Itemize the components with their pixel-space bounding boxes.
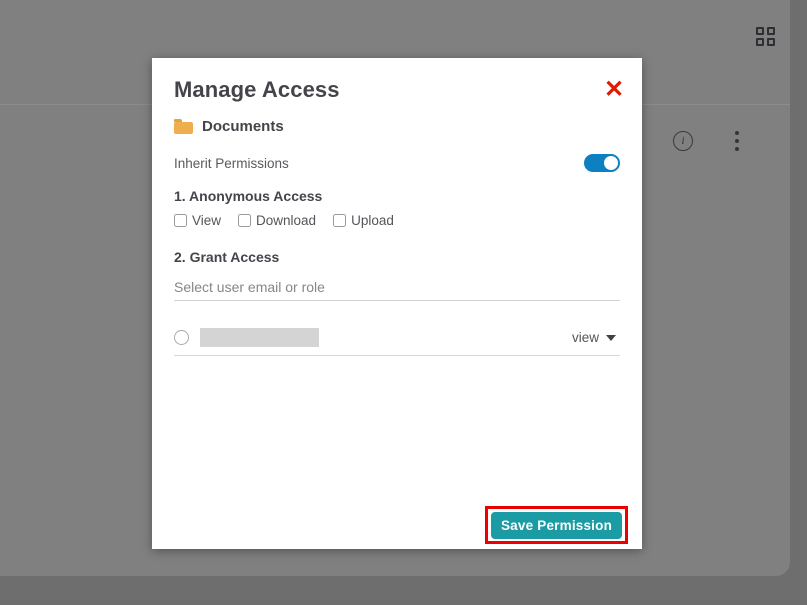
screen: i Manage Access ✕ Documents Inherit Perm… [0, 0, 807, 605]
grant-entry-permission-value: view [571, 330, 599, 345]
grant-entry-radio[interactable] [174, 330, 189, 345]
checkbox-view-box[interactable] [174, 214, 187, 227]
info-icon[interactable]: i [673, 131, 693, 151]
grid-cell-1 [756, 27, 764, 35]
checkbox-upload-box[interactable] [333, 214, 347, 227]
dialog-title: Manage Access [174, 77, 340, 102]
grant-access-entry-row: view [174, 320, 620, 356]
grid-cell-3 [756, 38, 764, 46]
folder-breadcrumb: Documents [174, 118, 284, 135]
grant-entry-identity [174, 328, 319, 347]
anonymous-access-options: View Download Upload [174, 213, 411, 228]
grant-entry-name-redacted [200, 328, 319, 347]
folder-name: Documents [202, 118, 284, 135]
close-icon[interactable]: ✕ [602, 78, 626, 103]
save-permission-highlight: Save Permission [485, 506, 628, 544]
anonymous-access-heading: 1. Anonymous Access [174, 188, 323, 204]
checkbox-download[interactable]: Download [238, 213, 316, 228]
folder-body [174, 121, 193, 134]
more-vertical-icon[interactable] [735, 131, 740, 152]
grant-access-input[interactable] [174, 273, 620, 301]
checkbox-view-label: View [192, 213, 222, 228]
grant-entry-permission-dropdown[interactable]: view [572, 330, 616, 345]
grid-cell-2 [767, 27, 775, 35]
grid-apps-icon[interactable] [756, 27, 778, 49]
inherit-permissions-row: Inherit Permissions [174, 154, 620, 172]
grant-access-heading: 2. Grant Access [174, 249, 280, 265]
toggle-knob [604, 156, 618, 170]
dot-1 [735, 131, 739, 135]
chevron-down-icon [606, 334, 616, 341]
checkbox-upload[interactable]: Upload [333, 213, 394, 228]
inherit-permissions-label: Inherit Permissions [174, 155, 289, 171]
checkbox-view[interactable]: View [174, 213, 221, 228]
checkbox-upload-label: Upload [351, 213, 394, 228]
save-permission-button[interactable]: Save Permission [491, 511, 622, 539]
dot-2 [735, 139, 739, 143]
checkbox-download-label: Download [256, 213, 317, 228]
manage-access-dialog: Manage Access ✕ Documents Inherit Permis… [152, 58, 642, 549]
checkbox-download-box[interactable] [238, 214, 252, 227]
dot-3 [735, 147, 739, 151]
folder-icon [174, 119, 193, 134]
inherit-permissions-toggle[interactable] [584, 154, 620, 172]
grid-cell-4 [767, 38, 775, 46]
